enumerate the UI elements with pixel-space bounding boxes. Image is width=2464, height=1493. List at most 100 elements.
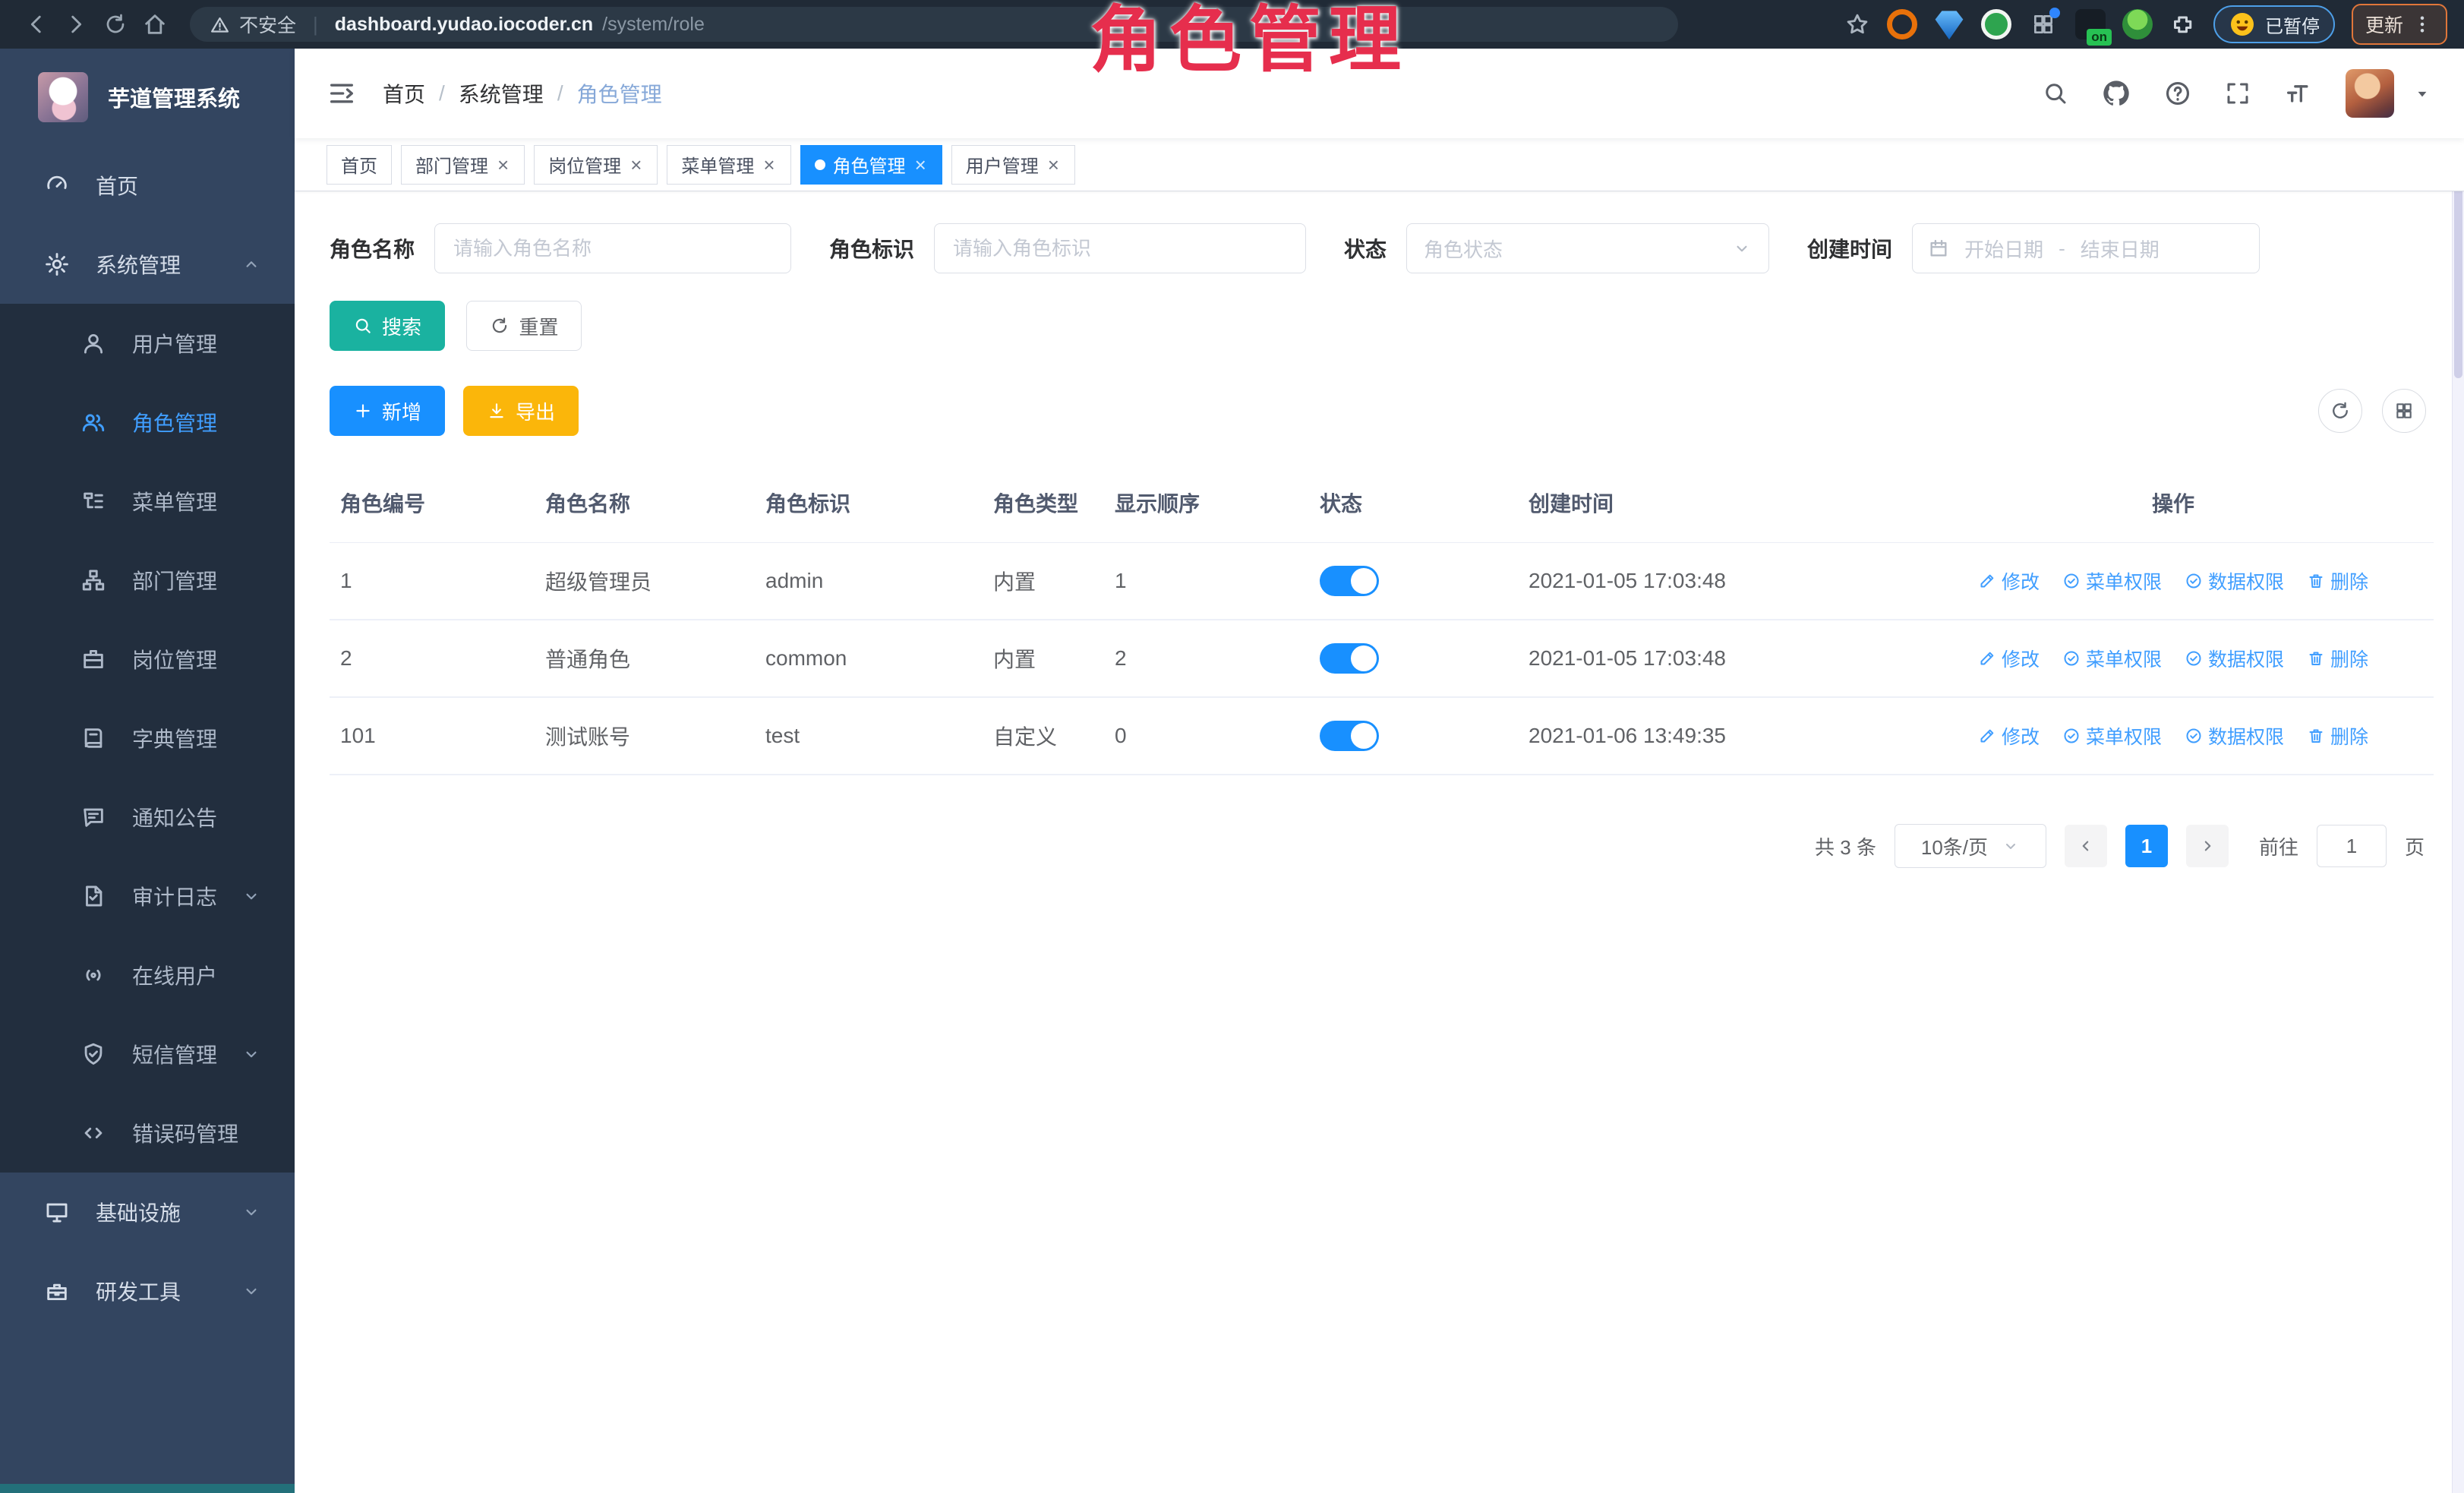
extension-green-icon[interactable] xyxy=(1981,9,2011,39)
page-size-select[interactable]: 10条/页 xyxy=(1895,824,2046,868)
tab-close-icon[interactable]: × xyxy=(1046,153,1061,176)
page-scrollbar[interactable] xyxy=(2452,49,2464,1493)
sidebar-item-home[interactable]: 首页 xyxy=(0,146,295,225)
header-search-button[interactable] xyxy=(2042,80,2069,107)
user-menu-caret[interactable] xyxy=(2412,84,2432,103)
page-number-button[interactable]: 1 xyxy=(2125,825,2168,867)
tab-menu[interactable]: 菜单管理× xyxy=(667,145,790,185)
goto-page-input[interactable] xyxy=(2317,825,2387,867)
action-edit-link[interactable]: 修改 xyxy=(1978,722,2040,750)
action-edit-link[interactable]: 修改 xyxy=(1978,645,2040,672)
sidebar-item-post[interactable]: 岗位管理 xyxy=(0,620,295,699)
sidebar-item-sms[interactable]: 短信管理 xyxy=(0,1015,295,1094)
address-bar[interactable]: 不安全 | dashboard.yudao.iocoder.cn/system/… xyxy=(190,7,1678,42)
export-button[interactable]: 导出 xyxy=(463,386,579,436)
extension-grid-icon[interactable] xyxy=(2028,9,2059,39)
action-delete-link[interactable]: 删除 xyxy=(2307,645,2368,672)
sidebar-item-notice[interactable]: 通知公告 xyxy=(0,778,295,857)
cell-actions: 修改菜单权限数据权限 删除 xyxy=(1913,543,2434,620)
tab-close-icon[interactable]: × xyxy=(629,153,643,176)
sidebar-item-online-user[interactable]: 在线用户 xyxy=(0,936,295,1015)
sidebar-item-dev-tools[interactable]: 研发工具 xyxy=(0,1252,295,1330)
sidebar-item-dept[interactable]: 部门管理 xyxy=(0,541,295,620)
action-label: 删除 xyxy=(2330,567,2368,595)
refresh-table-button[interactable] xyxy=(2318,389,2362,433)
sidebar-item-label: 菜单管理 xyxy=(132,486,217,516)
browser-forward-button[interactable] xyxy=(56,5,96,44)
action-data-perm-link[interactable]: 数据权限 xyxy=(2185,567,2284,595)
breadcrumb-item[interactable]: 系统管理 xyxy=(459,78,544,109)
tab-dept[interactable]: 部门管理× xyxy=(401,145,525,185)
action-menu-perm-link[interactable]: 菜单权限 xyxy=(2062,722,2162,750)
extension-gem-icon[interactable] xyxy=(1934,9,1964,39)
status-toggle[interactable] xyxy=(1320,643,1379,674)
profile-paused-chip[interactable]: 已暂停 xyxy=(2213,5,2335,43)
browser-update-button[interactable]: 更新 xyxy=(2352,4,2447,45)
sidebar-item-error-code[interactable]: 错误码管理 xyxy=(0,1094,295,1173)
question-circle-icon xyxy=(2163,79,2192,108)
reset-button[interactable]: 重置 xyxy=(466,301,582,351)
search-button[interactable]: 搜索 xyxy=(330,301,445,351)
prev-page-button[interactable] xyxy=(2065,825,2107,867)
tab-home[interactable]: 首页 xyxy=(327,145,392,185)
tab-close-icon[interactable]: × xyxy=(913,153,928,176)
cell-status xyxy=(1309,620,1518,697)
status-select[interactable]: 角色状态 xyxy=(1406,223,1769,273)
extension-switch-icon[interactable]: on xyxy=(2075,9,2106,39)
bookmark-star-button[interactable] xyxy=(1844,11,1870,37)
tab-role[interactable]: 角色管理× xyxy=(800,145,942,185)
add-role-button[interactable]: 新增 xyxy=(330,386,445,436)
action-data-perm-link[interactable]: 数据权限 xyxy=(2185,645,2284,672)
breadcrumb-item[interactable]: 首页 xyxy=(383,78,425,109)
action-delete-link[interactable]: 删除 xyxy=(2307,567,2368,595)
extension-plant-icon[interactable] xyxy=(2122,9,2153,39)
fullscreen-button[interactable] xyxy=(2224,80,2251,107)
role-key-input[interactable] xyxy=(934,223,1306,273)
extensions-puzzle-button[interactable] xyxy=(2169,11,2197,38)
cell-sort: 0 xyxy=(1104,697,1309,775)
cell-actions: 修改菜单权限数据权限删除 xyxy=(1913,620,2434,697)
data-perm-icon xyxy=(2185,572,2203,590)
role-name-input[interactable] xyxy=(434,223,791,273)
status-toggle[interactable] xyxy=(1320,566,1379,596)
action-data-perm-link[interactable]: 数据权限 xyxy=(2185,722,2284,750)
browser-back-button[interactable] xyxy=(17,5,56,44)
browser-reload-button[interactable] xyxy=(96,5,135,44)
action-menu-perm-link[interactable]: 菜单权限 xyxy=(2062,645,2162,672)
github-link-button[interactable] xyxy=(2101,78,2131,109)
cell-role-key: admin xyxy=(755,543,983,620)
app-logo[interactable]: 芋道管理系统 xyxy=(0,49,295,146)
sidebar-item-audit-log[interactable]: 审计日志 xyxy=(0,857,295,936)
font-size-button[interactable] xyxy=(2283,78,2314,109)
browser-menu-button[interactable] xyxy=(2411,13,2434,36)
sidebar-item-role[interactable]: 角色管理 xyxy=(0,383,295,462)
table-body: 1超级管理员admin内置12021-01-05 17:03:48修改菜单权限数… xyxy=(330,543,2434,775)
create-time-range-picker[interactable]: 开始日期 - 结束日期 xyxy=(1912,223,2260,273)
tab-close-icon[interactable]: × xyxy=(496,153,510,176)
tab-post[interactable]: 岗位管理× xyxy=(534,145,658,185)
sidebar-toggle-button[interactable] xyxy=(327,78,357,109)
help-button[interactable] xyxy=(2163,79,2192,108)
browser-home-button[interactable] xyxy=(135,5,175,44)
action-label: 修改 xyxy=(2002,567,2040,595)
sidebar-item-dict[interactable]: 字典管理 xyxy=(0,699,295,778)
status-toggle[interactable] xyxy=(1320,721,1379,751)
sidebar-item-infra[interactable]: 基础设施 xyxy=(0,1173,295,1252)
puzzle-icon xyxy=(2169,11,2197,38)
action-delete-link[interactable]: 删除 xyxy=(2307,722,2368,750)
sidebar-item-label: 首页 xyxy=(96,170,138,200)
sidebar-item-menu[interactable]: 菜单管理 xyxy=(0,462,295,541)
sidebar-item-user[interactable]: 用户管理 xyxy=(0,304,295,383)
tab-close-icon[interactable]: × xyxy=(762,153,776,176)
extension-orange-icon[interactable] xyxy=(1887,9,1917,39)
cell-actions: 修改菜单权限数据权限删除 xyxy=(1913,697,2434,775)
action-menu-perm-link[interactable]: 菜单权限 xyxy=(2062,567,2162,595)
delete-icon xyxy=(2307,572,2325,590)
next-page-button[interactable] xyxy=(2186,825,2229,867)
sidebar-item-system[interactable]: 系统管理 xyxy=(0,225,295,304)
user-avatar[interactable] xyxy=(2346,69,2394,118)
column-settings-button[interactable] xyxy=(2382,389,2426,433)
update-label: 更新 xyxy=(2365,11,2403,38)
tab-user[interactable]: 用户管理× xyxy=(951,145,1075,185)
action-edit-link[interactable]: 修改 xyxy=(1978,567,2040,595)
